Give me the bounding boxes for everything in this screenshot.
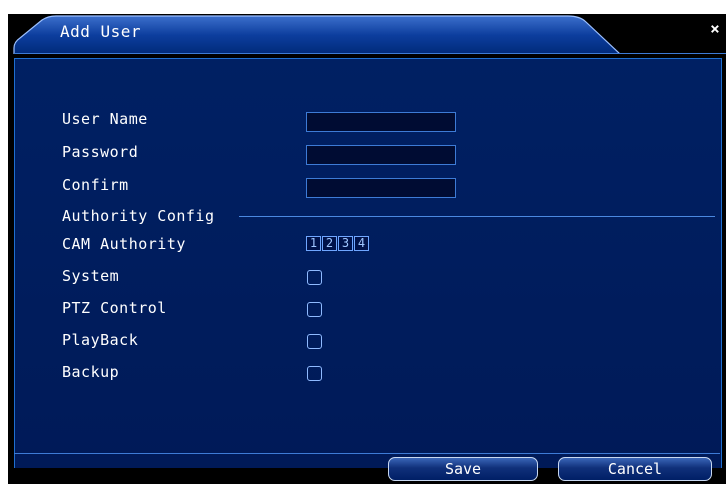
ptz-control-checkbox[interactable] (307, 302, 322, 317)
authority-config-heading: Authority Config (62, 207, 215, 225)
dialog-title: Add User (60, 22, 142, 41)
backup-checkbox[interactable] (307, 366, 322, 381)
user-name-label: User Name (62, 110, 148, 128)
cam-2-toggle[interactable]: 2 (322, 236, 337, 251)
cancel-button[interactable]: Cancel (558, 457, 712, 481)
footer-divider (14, 453, 720, 454)
user-name-input[interactable] (306, 112, 456, 132)
confirm-input[interactable] (306, 178, 456, 198)
system-checkbox[interactable] (307, 270, 322, 285)
title-bar: Add User × (8, 14, 726, 54)
cam-authority-label: CAM Authority (62, 235, 186, 253)
save-button[interactable]: Save (388, 457, 538, 481)
playback-label: PlayBack (62, 331, 139, 349)
confirm-label: Confirm (62, 176, 129, 194)
close-icon[interactable]: × (706, 20, 724, 38)
form-panel: User Name Password Confirm Authority Con… (14, 58, 722, 468)
backup-label: Backup (62, 363, 120, 381)
cam-4-toggle[interactable]: 4 (354, 236, 369, 251)
password-label: Password (62, 143, 139, 161)
section-divider (239, 216, 715, 217)
add-user-dialog: Add User × User Name Password Confirm Au… (8, 14, 726, 484)
password-input[interactable] (306, 145, 456, 165)
ptz-control-label: PTZ Control (62, 299, 167, 317)
system-label: System (62, 267, 120, 285)
cam-1-toggle[interactable]: 1 (306, 236, 321, 251)
cam-3-toggle[interactable]: 3 (338, 236, 353, 251)
playback-checkbox[interactable] (307, 334, 322, 349)
